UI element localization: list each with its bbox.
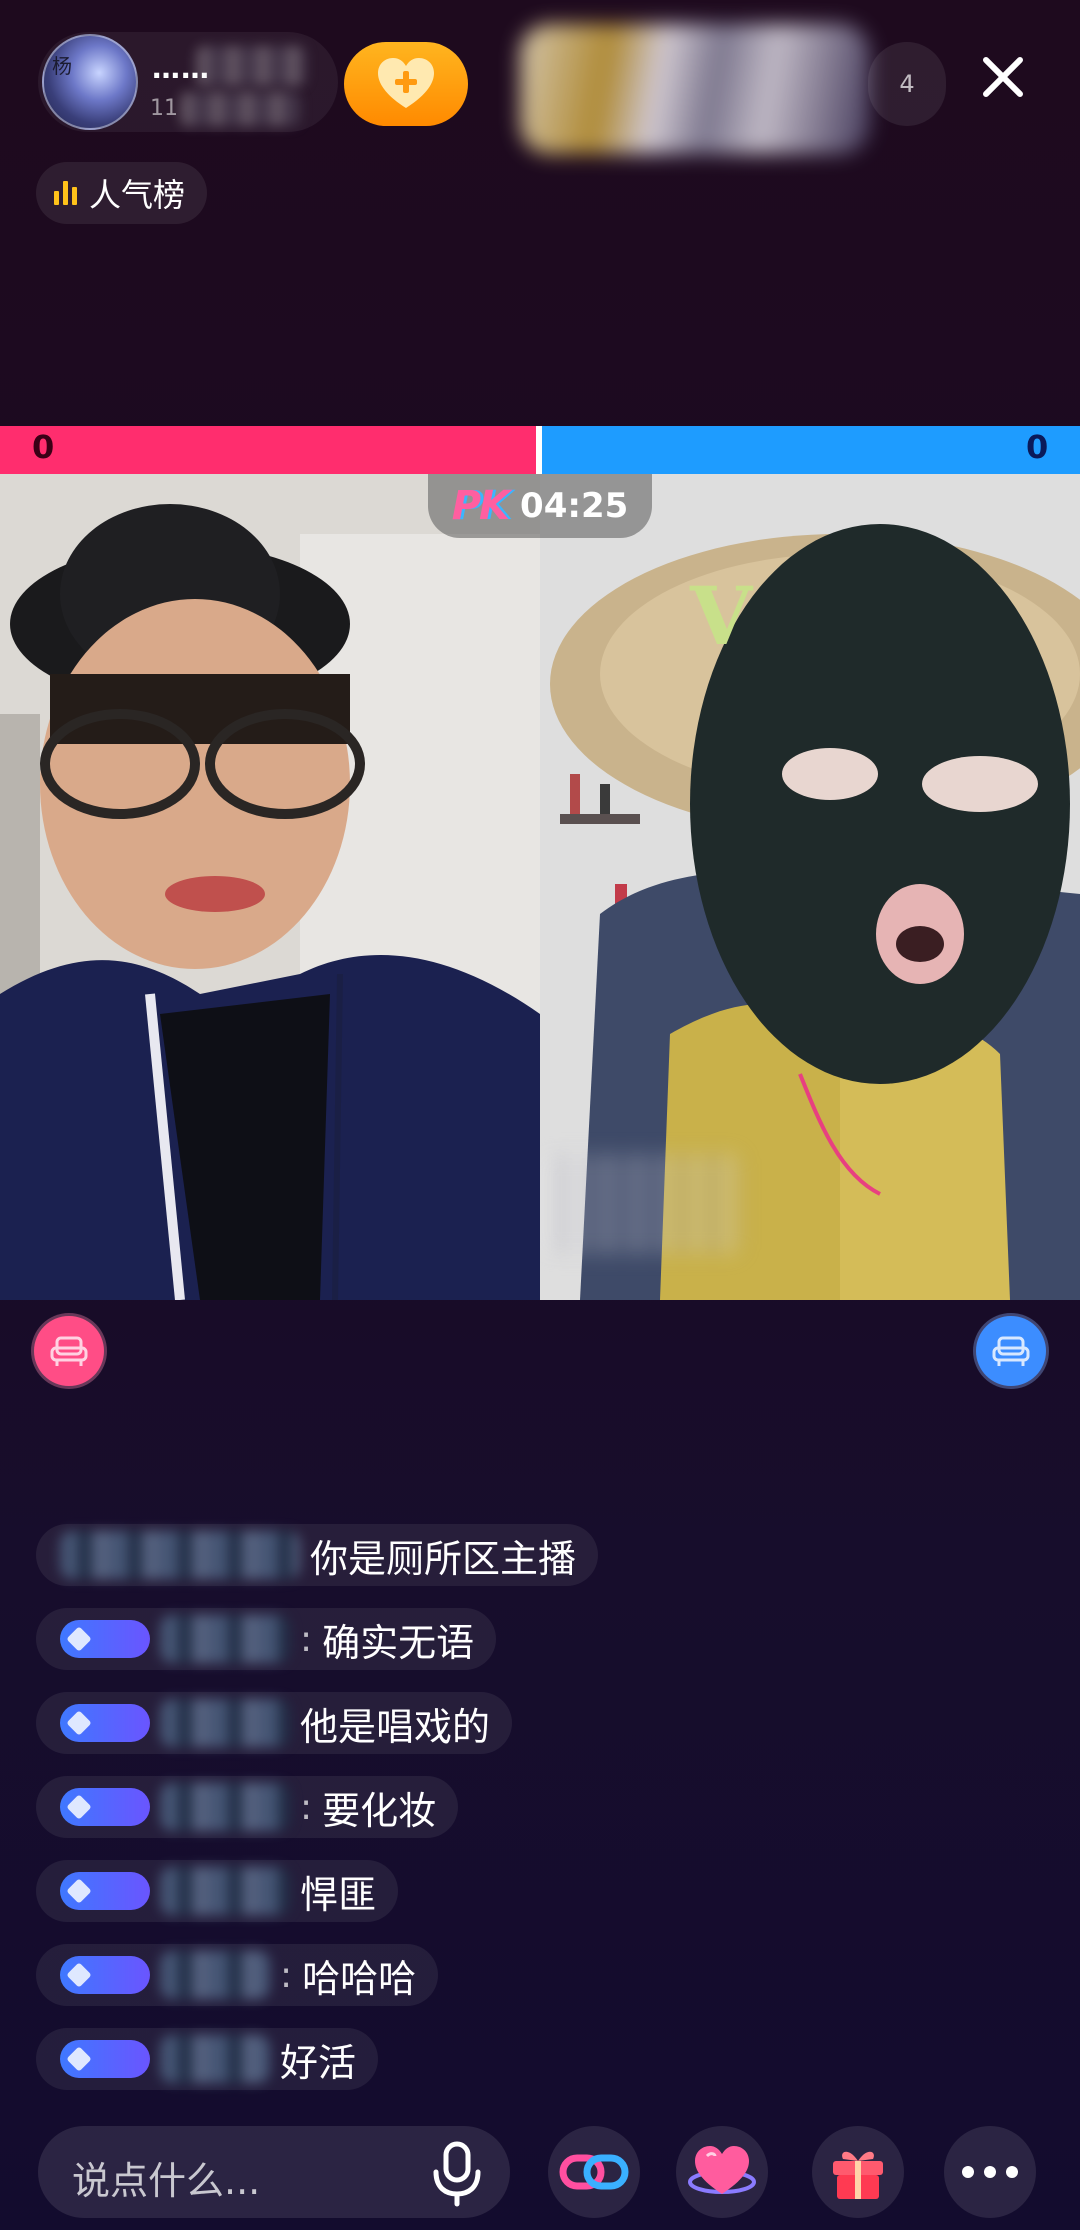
like-button[interactable] [676,2126,768,2218]
top-viewers-avatars[interactable] [520,24,870,154]
pk-progress-right [540,426,1080,474]
pk-countdown: 04:25 [520,486,629,526]
comment-text: 你是厕所区主播 [310,1536,577,1581]
gift-icon [833,2151,883,2199]
diamond-icon [66,1626,92,1652]
more-icon [962,2166,1018,2178]
diamond-icon [66,2046,92,2072]
comment-user-redacted [160,1951,270,1999]
comment-text: 好活 [280,2040,357,2085]
diamond-icon [66,1962,92,1988]
fan-level-badge [60,1872,150,1910]
pk-score-left: 0 [32,428,55,466]
comment-user-redacted [60,1531,300,1579]
diamond-icon [66,1710,92,1736]
microphone-icon[interactable] [422,2138,492,2208]
comment-user-redacted [160,2035,270,2083]
comment-colon: : [300,1786,313,1828]
gift-button[interactable] [812,2126,904,2218]
pk-timer: PK 04:25 [428,474,652,538]
link-mic-button[interactable] [548,2126,640,2218]
right-host-video[interactable]: V [540,474,1080,1300]
close-icon[interactable] [978,52,1028,102]
pk-progress-divider [536,426,542,474]
comment-colon: : [280,1954,293,1996]
pk-logo: PK [451,483,510,529]
comment-input-placeholder[interactable]: 说点什么... [72,2150,260,2205]
sofa-icon [992,1336,1030,1366]
comment-item[interactable]: 你是厕所区主播 [36,1524,599,1586]
sofa-icon [50,1336,88,1366]
comment-item[interactable]: : 确实无语 [36,1608,497,1670]
comment-text: 悍匪 [300,1872,377,1917]
diamond-icon [66,1794,92,1820]
follow-button[interactable] [344,42,468,126]
comment-user-redacted [160,1783,290,1831]
comment-item[interactable]: : 要化妆 [36,1776,459,1838]
comment-text: 要化妆 [322,1788,437,1833]
comment-user-redacted [160,1615,290,1663]
right-seat-button[interactable] [976,1316,1046,1386]
comment-colon: : [300,1618,313,1660]
fan-level-badge [60,1620,150,1658]
comment-item[interactable]: : 哈哈哈 [36,1944,439,2006]
comment-item[interactable]: 好活 [36,2028,379,2090]
popularity-ranking-button[interactable]: 人气榜 [36,162,208,224]
left-video-frame [0,474,540,1300]
comment-item[interactable]: 他是唱戏的 [36,1692,513,1754]
avatar-logo-mark: 杨 [52,54,72,78]
bar-chart-icon [54,181,77,205]
heart-icon [688,2146,756,2194]
comment-user-redacted [160,1699,290,1747]
comment-text: 确实无语 [322,1620,475,1665]
fan-level-badge [60,1956,150,1994]
ranking-label: 人气榜 [89,176,186,214]
fan-level-badge [60,1704,150,1742]
host-subtitle-redacted [180,92,300,126]
fan-level-badge [60,1788,150,1826]
comment-user-redacted [160,1867,290,1915]
host-avatar[interactable]: 杨 [42,34,138,130]
fan-level-badge [60,2040,150,2078]
comment-text: 他是唱戏的 [300,1704,491,1749]
comment-text: 哈哈哈 [302,1956,417,2001]
left-host-video[interactable] [0,474,540,1300]
heart-plus-icon [378,58,434,108]
host-subtitle: 11 [150,96,178,121]
left-seat-button[interactable] [34,1316,104,1386]
host-name-redacted [196,46,306,86]
pk-progress-left [0,426,540,474]
diamond-icon [66,1878,92,1904]
viewer-count[interactable]: 4 [868,42,946,126]
pk-score-right: 0 [1026,428,1049,466]
more-button[interactable] [944,2126,1036,2218]
link-icon [559,2154,629,2190]
svg-text:V: V [689,569,754,663]
comment-item[interactable]: 悍匪 [36,1860,399,1922]
right-video-overlay-redacted [540,1154,740,1254]
